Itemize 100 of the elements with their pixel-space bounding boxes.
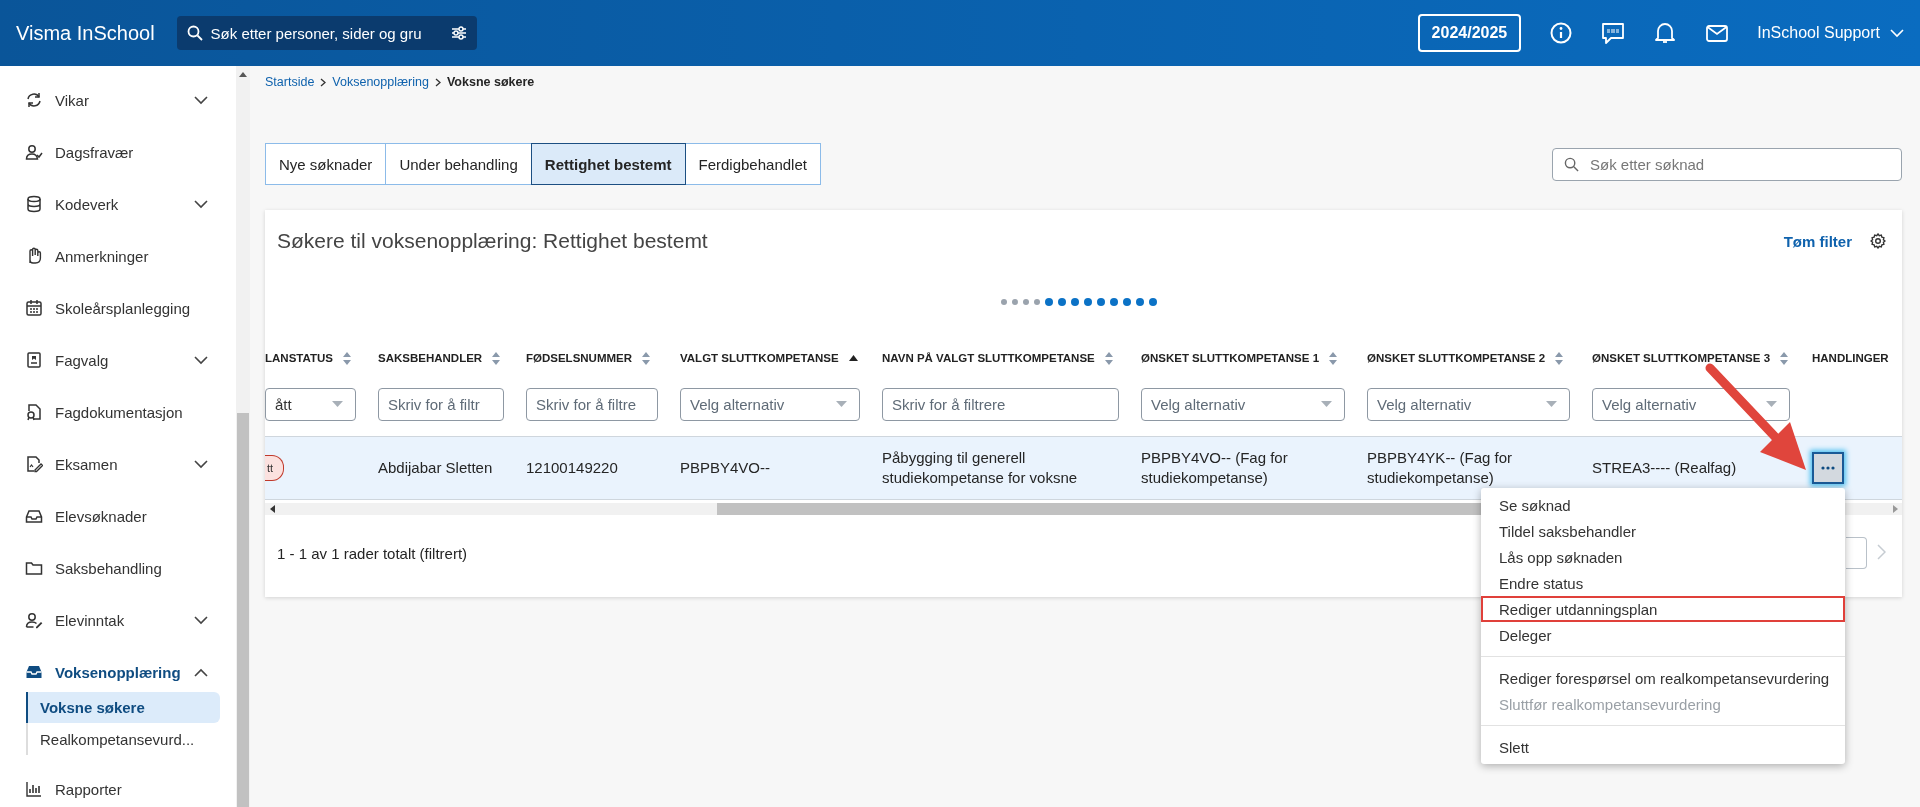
- chevron-down-icon: [194, 459, 208, 469]
- filter-dropdown[interactable]: Velg alternativ: [1592, 387, 1790, 421]
- inbox-icon: [25, 663, 43, 681]
- search-icon: [1564, 156, 1579, 172]
- column-header[interactable]: ØNSKET SLUTTKOMPETANSE 1: [1141, 352, 1320, 364]
- page-dot[interactable]: [1033, 299, 1040, 305]
- page-dot[interactable]: [1070, 298, 1079, 306]
- sort-ascending-icon[interactable]: [848, 355, 858, 361]
- page-dot[interactable]: [1000, 299, 1007, 305]
- filter-dropdown[interactable]: Velg alternativ: [680, 387, 860, 421]
- sidebar-item[interactable]: Vikar: [0, 74, 236, 126]
- filter-input[interactable]: Skriv for å filtr: [378, 387, 504, 421]
- page-dot[interactable]: [1022, 299, 1029, 305]
- sort-icon[interactable]: [1555, 351, 1564, 365]
- envelope-icon: [1706, 24, 1729, 42]
- column-header[interactable]: NAVN PÅ VALGT SLUTTKOMPETANSE: [882, 352, 1095, 364]
- sidebar-item[interactable]: Saksbehandling: [0, 542, 236, 594]
- menu-item[interactable]: Tildel saksbehandler: [1481, 518, 1845, 544]
- tab[interactable]: Ferdigbehandlet: [684, 143, 821, 185]
- clear-filter-link[interactable]: Tøm filter: [1777, 231, 1858, 251]
- sidebar-subitem[interactable]: Realkompetansevurd...: [26, 724, 220, 755]
- person-check-icon: [25, 143, 43, 161]
- inbox-icon: [25, 507, 43, 525]
- chevron-down-icon: [1890, 28, 1904, 38]
- column-header[interactable]: ØNSKET SLUTTKOMPETANSE 2: [1367, 352, 1546, 364]
- sort-icon[interactable]: [1780, 351, 1789, 365]
- sort-icon[interactable]: [492, 351, 501, 365]
- column-header[interactable]: FØDSELSNUMMER: [526, 352, 633, 364]
- page-dot[interactable]: [1122, 298, 1131, 306]
- document-edit-icon: [25, 455, 43, 473]
- page-dot[interactable]: [1083, 298, 1092, 306]
- table-cell-text: Påbygging til generell studiekompetanse for voksne: [882, 448, 1079, 488]
- menu-item[interactable]: Slett: [1481, 734, 1845, 760]
- tab[interactable]: Nye søknader: [265, 143, 387, 185]
- dropdown-caret-icon: [836, 401, 847, 407]
- column-header[interactable]: LANSTATUS: [265, 352, 333, 364]
- column-header[interactable]: HANDLINGER: [1812, 352, 1889, 364]
- bell-icon: [1655, 22, 1676, 44]
- breadcrumb-link[interactable]: Voksenopplæring: [332, 75, 429, 89]
- sidebar-item[interactable]: Elevsøknader: [0, 490, 236, 542]
- menu-item[interactable]: Rediger utdanningsplan: [1481, 596, 1845, 622]
- breadcrumb-link[interactable]: Startside: [265, 75, 315, 89]
- calendar-icon: [25, 299, 43, 317]
- info-icon: [1550, 22, 1573, 44]
- sidebar-item[interactable]: Dagsfravær: [0, 126, 236, 178]
- page-dot[interactable]: [1148, 298, 1157, 306]
- table-cell: 12100149220: [526, 458, 618, 478]
- menu-item[interactable]: Se søknad: [1481, 492, 1845, 518]
- sort-icon[interactable]: [342, 351, 351, 365]
- column-header[interactable]: SAKSBEHANDLER: [378, 352, 483, 364]
- page-dot[interactable]: [1135, 298, 1144, 306]
- actions-button[interactable]: [1812, 452, 1844, 484]
- menu-item[interactable]: Endre status: [1481, 570, 1845, 596]
- dropdown-caret-icon: [332, 401, 343, 407]
- table-cell-text: PBPBY4VO-- (Fag for studiekompetanse): [1141, 448, 1289, 488]
- scroll-left-arrow-icon[interactable]: [270, 505, 276, 513]
- sidebar-item[interactable]: Fagvalg: [0, 334, 236, 386]
- scroll-right-arrow-icon[interactable]: [1892, 505, 1898, 513]
- sort-icon[interactable]: [642, 351, 651, 365]
- filter-dropdown[interactable]: Velg alternativ: [1141, 387, 1345, 421]
- table-cell: STREA3---- (Realfag): [1592, 458, 1737, 478]
- column-header[interactable]: ØNSKET SLUTTKOMPETANSE 3: [1592, 352, 1771, 364]
- filter-dropdown[interactable]: ått: [265, 387, 356, 421]
- page-dot[interactable]: [1044, 298, 1053, 306]
- school-year-button[interactable]: 2024/2025: [1417, 14, 1522, 52]
- sidebar-item[interactable]: Rapporter: [0, 763, 236, 807]
- person-edit-icon: [25, 611, 43, 629]
- filter-dropdown[interactable]: Velg alternativ: [1367, 387, 1570, 421]
- application-search-field[interactable]: Søk etter søknad: [1552, 147, 1902, 181]
- menu-item[interactable]: Lås opp søknaden: [1481, 544, 1845, 570]
- page-dot[interactable]: [1109, 298, 1118, 306]
- sort-icon[interactable]: [1104, 351, 1113, 365]
- sidebar-item[interactable]: Kodeverk: [0, 178, 236, 230]
- sidebar-item[interactable]: Skoleårsplanlegging: [0, 282, 236, 334]
- tab[interactable]: Under behandling: [385, 143, 532, 185]
- folder-icon: [25, 559, 43, 577]
- chevron-down-icon: [194, 355, 208, 365]
- user-menu-button[interactable]: InSchool Support: [1757, 24, 1904, 42]
- filter-input[interactable]: Skriv for å filtre: [526, 387, 658, 421]
- chevron-right-icon: [1877, 543, 1886, 560]
- status-badge: tt: [265, 455, 285, 481]
- page-dot[interactable]: [1096, 298, 1105, 306]
- chevron-down-icon: [194, 615, 208, 625]
- menu-item[interactable]: Deleger: [1481, 622, 1845, 648]
- settings-icon[interactable]: [1870, 233, 1886, 249]
- filter-input[interactable]: Skriv for å filtrere: [882, 387, 1119, 421]
- sidebar-subitem[interactable]: Voksne søkere: [26, 692, 220, 723]
- tab[interactable]: Rettighet bestemt: [530, 143, 686, 185]
- sidebar-item[interactable]: Eksamen: [0, 438, 236, 490]
- page-dot[interactable]: [1011, 299, 1018, 305]
- scroll-up-arrow-icon[interactable]: [239, 72, 247, 77]
- sidebar-item[interactable]: Anmerkninger: [0, 230, 236, 282]
- global-search-field[interactable]: Søk etter personer, sider og gru: [176, 16, 477, 50]
- menu-item[interactable]: Rediger forespørsel om realkompetansevurdering: [1481, 665, 1845, 691]
- sidebar-item[interactable]: Elevinntak: [0, 594, 236, 646]
- page-dot[interactable]: [1057, 298, 1066, 306]
- sort-icon[interactable]: [1329, 351, 1338, 365]
- scrollbar[interactable]: [236, 66, 250, 807]
- sidebar-item[interactable]: Fagdokumentasjon: [0, 386, 236, 438]
- column-header[interactable]: VALGT SLUTTKOMPETANSE: [680, 352, 839, 364]
